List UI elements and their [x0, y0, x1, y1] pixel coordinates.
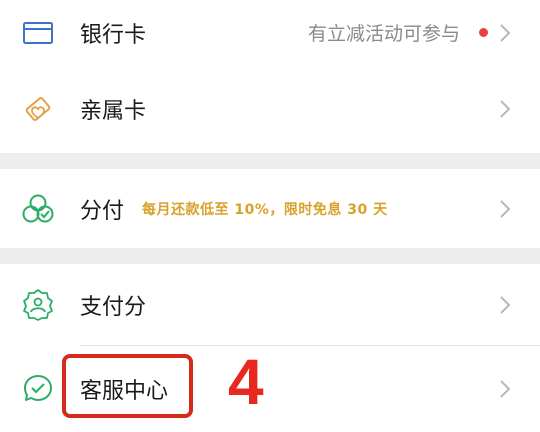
chevron-right-icon [498, 98, 512, 120]
bank-card-promo-hint: 有立减活动可参与 [307, 23, 460, 45]
fenfu-promo-text: 每月还款低至 10%，限时免息 30 天 [142, 201, 388, 218]
bank-card-row[interactable]: 银行卡 有立减活动可参与 [0, 0, 540, 65]
step-number: 4 [228, 346, 264, 418]
bank-card-label: 银行卡 [80, 22, 147, 48]
chat-service-icon [20, 371, 56, 407]
notification-dot [479, 28, 488, 37]
chevron-right-icon [498, 198, 512, 220]
chevron-right-icon [498, 378, 512, 400]
fenfu-icon [20, 191, 56, 227]
fenfu-row[interactable]: 分付 每月还款低至 10%，限时免息 30 天 [0, 169, 540, 248]
pay-score-label: 支付分 [80, 295, 147, 320]
highlight-box [62, 354, 193, 418]
family-card-row[interactable]: 亲属卡 [0, 65, 540, 153]
chevron-right-icon [498, 22, 512, 44]
pay-score-icon [20, 287, 56, 323]
family-card-label: 亲属卡 [80, 99, 147, 124]
chevron-right-icon [498, 294, 512, 316]
bank-card-icon [20, 15, 56, 51]
pay-score-row[interactable]: 支付分 [0, 264, 540, 346]
family-card-icon [20, 91, 56, 127]
fenfu-label: 分付 [80, 198, 125, 224]
